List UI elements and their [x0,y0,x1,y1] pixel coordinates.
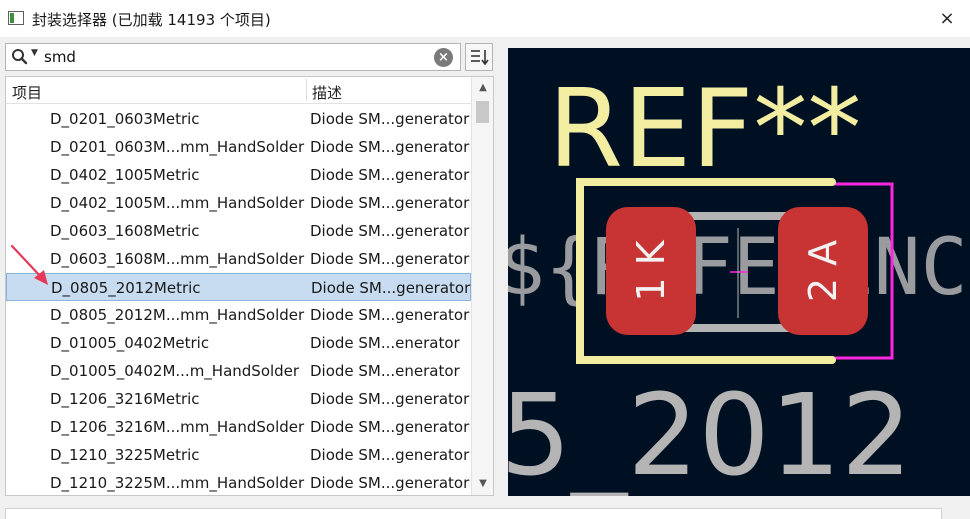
list-rows: D_0201_0603Metric Diode SM...generator D_0… [6,105,471,495]
footprint-name: D_0402_1005M...mm_HandSolder [50,194,305,212]
footprint-name: D_0805_2012M...mm_HandSolder [50,306,305,324]
chevron-down-icon[interactable]: ▼ [31,48,38,58]
bottom-panel [5,508,942,519]
column-divider[interactable] [306,79,307,101]
list-item[interactable]: D_0805_2012M...mm_HandSolder Diode SM...g… [6,301,471,329]
footprint-description: Diode SM...generator [311,279,471,297]
footprint-name: D_0201_0603Metric [50,110,200,128]
column-header-description[interactable]: 描述 [312,82,342,103]
list-header: 项目 描述 [6,77,471,104]
close-icon: × [939,8,955,29]
footprint-name: D_01005_0402M...m_HandSolder [50,362,300,380]
scroll-down-icon[interactable]: ▼ [472,475,493,493]
search-box[interactable]: ▼ × [5,43,461,71]
title-bar: 封装选择器 (已加载 14193 个项目) × [0,0,970,37]
footprint-description: Diode SM...generator [310,110,470,128]
fab-footprint-text: 5_2012 [508,371,912,496]
app-icon [8,11,24,25]
list-item[interactable]: D_1206_3216M...mm_HandSolder Diode SM...g… [6,413,471,441]
list-item[interactable]: D_1206_3216Metric Diode SM...generator [6,385,471,413]
footprint-description: Diode SM...enerator [310,334,460,352]
list-item[interactable]: D_0402_1005Metric Diode SM...generator [6,161,471,189]
list-item[interactable]: D_1210_3225Metric Diode SM...generator [6,441,471,469]
list-item[interactable]: D_1210_3225M...mm_HandSolder Diode SM...g… [6,469,471,495]
column-header-item[interactable]: 项目 [12,82,42,103]
footprint-name: D_0805_2012Metric [51,279,201,297]
list-item[interactable]: D_01005_0402Metric Diode SM...enerator [6,329,471,357]
clear-search-button[interactable]: × [434,48,453,67]
scroll-up-icon[interactable]: ▲ [472,79,493,97]
footprint-name: D_01005_0402Metric [50,334,210,352]
list-item[interactable]: D_0201_0603M...mm_HandSolder Diode SM...g… [6,133,471,161]
footprint-description: Diode SM...generator [310,194,470,212]
pad-2-label: 2 A [801,240,845,302]
sort-button[interactable] [465,43,493,71]
close-button[interactable]: × [924,0,970,37]
list-item[interactable]: D_0402_1005M...mm_HandSolder Diode SM...g… [6,189,471,217]
footprint-name: D_0603_1608M...mm_HandSolder [50,250,305,268]
list-item[interactable]: D_0805_2012Metric Diode SM...generator [6,273,471,301]
footprint-description: Diode SM...generator [310,474,470,492]
window-title: 封装选择器 (已加载 14193 个项目) [32,11,271,29]
list-item[interactable]: D_0201_0603Metric Diode SM...generator [6,105,471,133]
footprint-description: Diode SM...generator [310,250,470,268]
footprint-description: Diode SM...generator [310,446,470,464]
clear-icon: × [438,50,449,65]
search-input[interactable] [44,46,424,68]
footprint-description: Diode SM...enerator [310,362,460,380]
ref-designator-text: REF** [548,67,861,192]
list-item[interactable]: D_0603_1608Metric Diode SM...generator [6,217,471,245]
footprint-name: D_1206_3216Metric [50,390,200,408]
footprint-preview[interactable]: REF** ${REFERENCE} 1 K 2 A 5_2012 [508,48,970,496]
footprint-name: D_0201_0603M...mm_HandSolder [50,138,305,156]
footprint-name: D_0402_1005Metric [50,166,200,184]
footprint-description: Diode SM...generator [310,418,470,436]
footprint-description: Diode SM...generator [310,222,470,240]
footprint-name: D_0603_1608Metric [50,222,200,240]
footprint-list[interactable]: 项目 描述 D_0201_0603Metric Diode SM...genera… [5,76,494,496]
list-item[interactable]: D_0603_1608M...mm_HandSolder Diode SM...g… [6,245,471,273]
list-item[interactable]: D_01005_0402M...m_HandSolder Diode SM...e… [6,357,471,385]
vertical-scrollbar[interactable]: ▲ ▼ [471,77,493,495]
pad-1-label: 1 K [629,239,673,301]
search-icon[interactable] [11,48,33,66]
footprint-description: Diode SM...generator [310,138,470,156]
footprint-description: Diode SM...generator [310,390,470,408]
footprint-name: D_1210_3225M...mm_HandSolder [50,474,305,492]
footprint-name: D_1210_3225Metric [50,446,200,464]
footprint-name: D_1206_3216M...mm_HandSolder [50,418,305,436]
annotation-arrow-icon [10,244,48,285]
scrollbar-thumb[interactable] [476,101,489,123]
footprint-description: Diode SM...generator [310,306,470,324]
footprint-description: Diode SM...generator [310,166,470,184]
sort-icon [471,50,489,66]
